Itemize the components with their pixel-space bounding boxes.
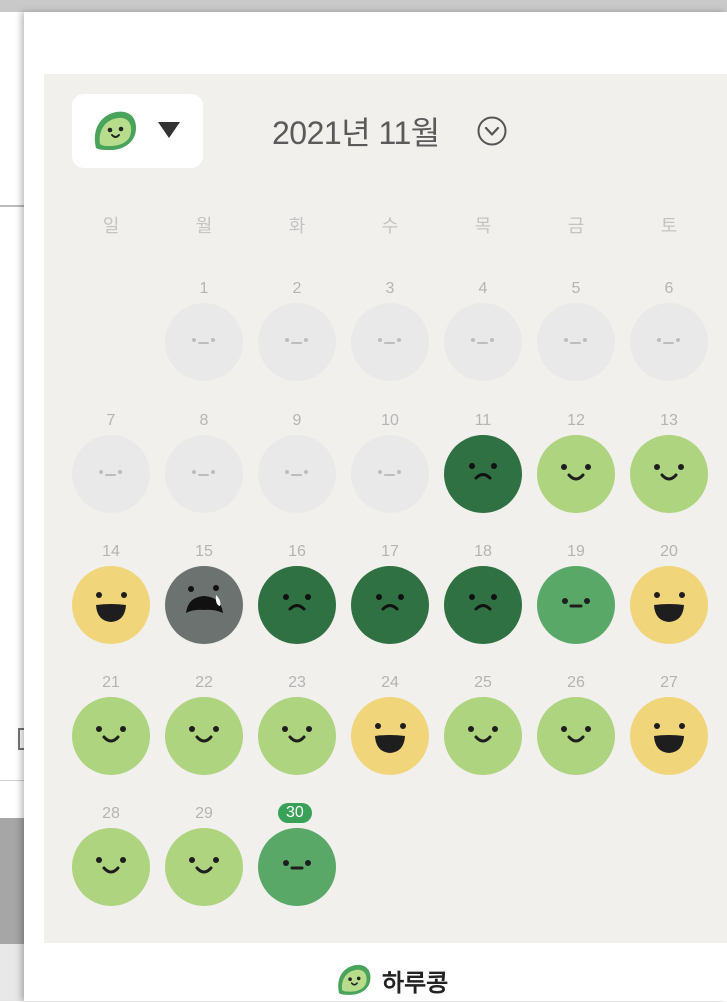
- happy-face-icon: [257, 696, 337, 776]
- day-number: 11: [474, 412, 492, 429]
- day-number: 27: [660, 674, 678, 691]
- joyful-face-icon: [350, 696, 430, 776]
- caret-down-icon: [158, 122, 180, 138]
- happy-face-icon: [71, 827, 151, 907]
- happy-face-icon: [164, 696, 244, 776]
- day-number: 12: [567, 412, 585, 429]
- day-number: 23: [288, 674, 306, 691]
- crying-face-icon: [164, 565, 244, 645]
- background-panel: [0, 818, 24, 944]
- empty-face-icon: [629, 302, 709, 382]
- day-number: 19: [567, 543, 585, 560]
- neutral-face-icon: [257, 827, 337, 907]
- joyful-face-icon: [71, 565, 151, 645]
- happy-face-icon: [536, 434, 616, 514]
- background-panel: [0, 944, 24, 1001]
- happy-face-icon: [443, 696, 523, 776]
- day-number: 20: [660, 543, 678, 560]
- day-number: 15: [195, 543, 213, 560]
- day-number: 26: [567, 674, 585, 691]
- weekday-label: 수: [381, 216, 399, 236]
- day-number: 6: [664, 280, 674, 297]
- neutral-face-icon: [536, 565, 616, 645]
- day-number: 17: [381, 543, 399, 560]
- empty-face-icon: [257, 434, 337, 514]
- weekday-label: 월: [195, 216, 213, 236]
- leaf-character-icon: [94, 111, 136, 150]
- empty-face-icon: [536, 302, 616, 382]
- happy-face-icon: [629, 434, 709, 514]
- joyful-face-icon: [629, 565, 709, 645]
- day-number: 16: [288, 543, 306, 560]
- calendar-card: 2021년 11월 일월화수목금토 1 2 3 4 5 6 7 8 9 10 11 12 13 14 15 1…: [24, 12, 727, 1001]
- empty-face-icon: [350, 302, 430, 382]
- background-divider: [0, 780, 24, 781]
- day-number: 14: [102, 543, 120, 560]
- sad-face-icon: [257, 565, 337, 645]
- empty-face-icon: [350, 434, 430, 514]
- day-number: 28: [102, 805, 120, 822]
- weekday-label: 토: [660, 216, 678, 236]
- day-number: 18: [474, 543, 492, 560]
- weekday-label: 금: [567, 216, 585, 236]
- empty-face-icon: [443, 302, 523, 382]
- empty-face-icon: [257, 302, 337, 382]
- app-footer: 하루콩: [334, 962, 448, 998]
- day-number: 4: [478, 280, 488, 297]
- background-divider: [0, 205, 24, 207]
- empty-face-icon: [164, 434, 244, 514]
- day-number: 25: [474, 674, 492, 691]
- happy-face-icon: [536, 696, 616, 776]
- sad-face-icon: [350, 565, 430, 645]
- chevron-down-circle-icon[interactable]: [476, 115, 508, 147]
- today-day-number: 30: [278, 803, 312, 823]
- day-number: 1: [199, 280, 209, 297]
- weekday-label: 일: [102, 216, 120, 236]
- joyful-face-icon: [629, 696, 709, 776]
- happy-face-icon: [71, 696, 151, 776]
- day-number: 22: [195, 674, 213, 691]
- day-number: 2: [292, 280, 302, 297]
- happy-face-icon: [164, 827, 244, 907]
- background-window-bar: [0, 0, 727, 12]
- weekday-label: 목: [474, 216, 492, 236]
- day-number: 10: [381, 412, 399, 429]
- empty-face-icon: [164, 302, 244, 382]
- day-number: 24: [381, 674, 399, 691]
- day-number: 8: [199, 412, 209, 429]
- sad-face-icon: [443, 565, 523, 645]
- sad-face-icon: [443, 434, 523, 514]
- weekday-label: 화: [288, 216, 306, 236]
- day-number: 21: [102, 674, 120, 691]
- day-number: 13: [660, 412, 678, 429]
- calendar-panel: 2021년 11월 일월화수목금토 1 2 3 4 5 6 7 8 9 10 11 12 13 14 15 1…: [44, 74, 727, 943]
- month-title: 2021년 11월: [272, 115, 440, 151]
- day-number: 9: [292, 412, 302, 429]
- empty-face-icon: [71, 434, 151, 514]
- day-number: 7: [106, 412, 116, 429]
- mood-picker-button[interactable]: [72, 94, 203, 168]
- day-number: 5: [571, 280, 581, 297]
- leaf-character-icon: [338, 964, 371, 995]
- day-number: 3: [385, 280, 395, 297]
- app-name: 하루콩: [382, 969, 449, 997]
- day-number: 29: [195, 805, 213, 822]
